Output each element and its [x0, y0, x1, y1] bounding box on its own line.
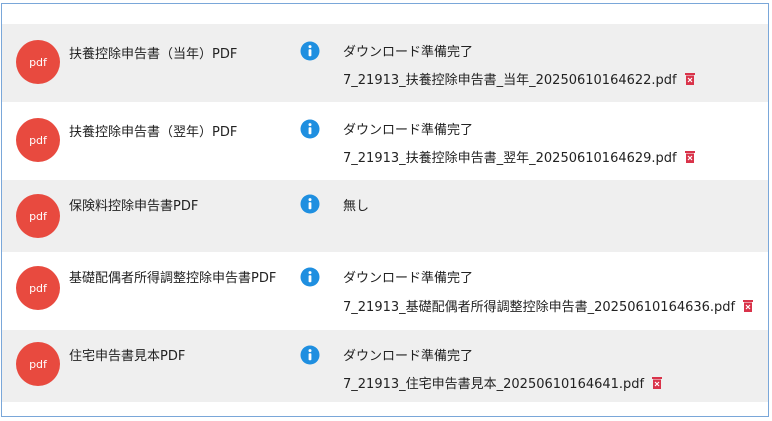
pdf-file-icon: pdf: [16, 342, 60, 386]
download-file-link[interactable]: 7_21913_扶養控除申告書_当年_20250610164622.pdf: [343, 69, 677, 88]
download-status: ダウンロード準備完了: [343, 45, 474, 60]
list-item: pdf 住宅申告書見本PDF ダウンロード準備完了 7_21913_住宅申告書見…: [2, 330, 768, 402]
document-name: 保険料控除申告書PDF: [69, 199, 199, 214]
document-list-panel: pdf 扶養控除申告書（当年）PDF ダウンロード準備完了 7_21913_扶養…: [1, 3, 769, 417]
download-status: ダウンロード準備完了: [343, 123, 474, 138]
download-status: 無し: [343, 199, 370, 214]
delete-icon[interactable]: [684, 72, 695, 85]
list-item: pdf 扶養控除申告書（当年）PDF ダウンロード準備完了 7_21913_扶養…: [2, 24, 768, 102]
download-status: ダウンロード準備完了: [343, 271, 474, 286]
pdf-file-icon: pdf: [16, 194, 60, 238]
delete-icon[interactable]: [652, 376, 663, 389]
document-name: 基礎配偶者所得調整控除申告書PDF: [69, 271, 277, 286]
info-icon[interactable]: [300, 267, 320, 287]
list-item: pdf 基礎配偶者所得調整控除申告書PDF ダウンロード準備完了 7_21913…: [2, 252, 768, 330]
download-file-link[interactable]: 7_21913_基礎配偶者所得調整控除申告書_20250610164636.pd…: [343, 296, 735, 315]
document-name: 住宅申告書見本PDF: [69, 349, 186, 364]
delete-icon[interactable]: [743, 299, 754, 312]
pdf-file-icon: pdf: [16, 266, 60, 310]
info-icon[interactable]: [300, 345, 320, 365]
info-icon[interactable]: [300, 194, 320, 214]
document-name: 扶養控除申告書（翌年）PDF: [69, 125, 238, 140]
pdf-file-icon: pdf: [16, 118, 60, 162]
info-icon[interactable]: [300, 41, 320, 61]
pdf-file-icon: pdf: [16, 40, 60, 84]
download-file-link[interactable]: 7_21913_住宅申告書見本_20250610164641.pdf: [343, 373, 644, 392]
download-file-link[interactable]: 7_21913_扶養控除申告書_翌年_20250610164629.pdf: [343, 147, 677, 166]
list-item: pdf 扶養控除申告書（翌年）PDF ダウンロード準備完了 7_21913_扶養…: [2, 102, 768, 180]
list-item: pdf 保険料控除申告書PDF 無し: [2, 180, 768, 252]
document-name: 扶養控除申告書（当年）PDF: [69, 47, 238, 62]
delete-icon[interactable]: [684, 150, 695, 163]
info-icon[interactable]: [300, 119, 320, 139]
download-status: ダウンロード準備完了: [343, 349, 474, 364]
